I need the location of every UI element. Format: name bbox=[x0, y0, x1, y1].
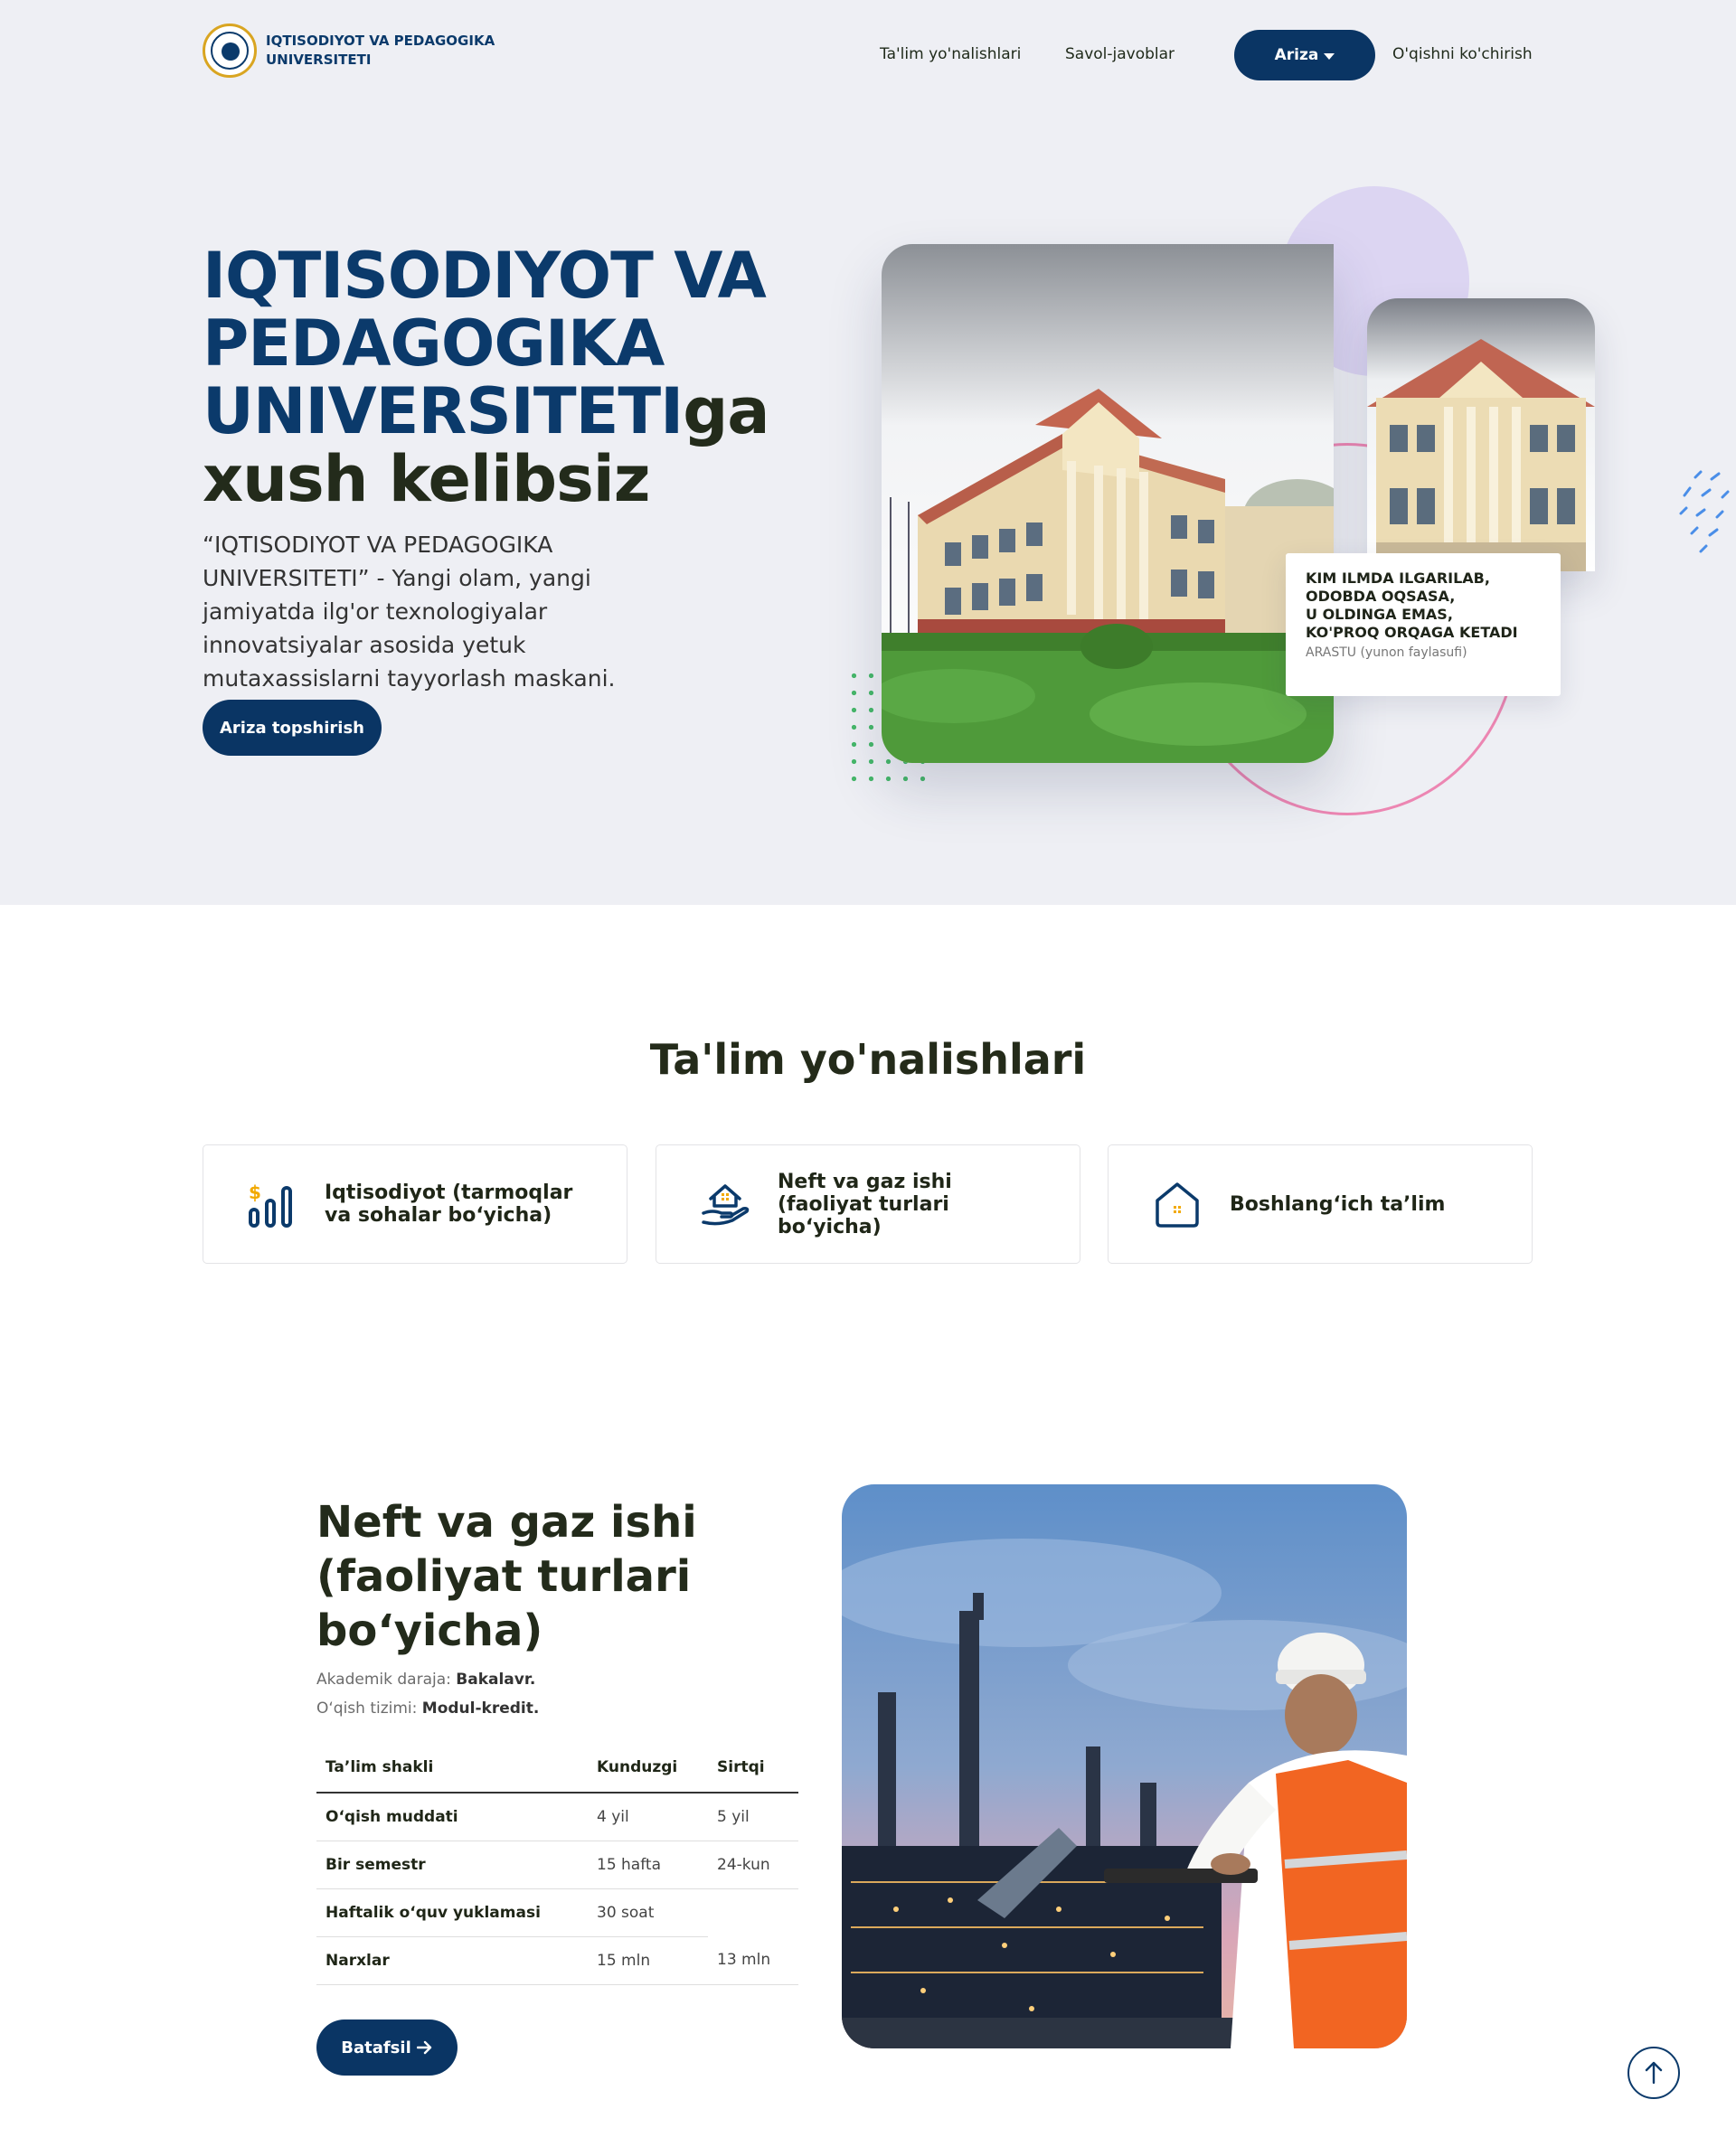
table-cell: O‘qish muddati bbox=[316, 1793, 588, 1841]
university-emblem-icon bbox=[203, 24, 257, 78]
table-header-row: Ta’lim shakli Kunduzgi Sirtqi bbox=[316, 1743, 798, 1794]
finance-chart-icon: $ bbox=[249, 1182, 292, 1228]
direction-label: Iqtisodiyot (tarmoqlar va sohalar bo‘yic… bbox=[325, 1182, 573, 1227]
ariza-label: Ariza bbox=[1274, 46, 1319, 64]
degree-label: Akademik daraja: bbox=[316, 1671, 451, 1689]
details-label: Batafsil bbox=[341, 2038, 411, 2057]
table-row: O‘qish muddati 4 yil 5 yil bbox=[316, 1793, 798, 1841]
hero-title: IQTISODIYOT VA PEDAGOGIKA UNIVERSITETIga… bbox=[203, 242, 781, 513]
table-cell: 30 soat bbox=[588, 1888, 708, 1937]
arrow-up-icon bbox=[1645, 2061, 1663, 2085]
program-system: O‘qish tizimi: Modul-kredit. bbox=[316, 1699, 539, 1718]
direction-card-iqtisodiyot[interactable]: $ Iqtisodiyot (tarmoqlar va sohalar bo‘y… bbox=[203, 1144, 627, 1264]
quote-card: KIM ILMDA ILGARILAB, ODOBDA OQSASA, U OL… bbox=[1286, 553, 1561, 696]
nav-item-savol[interactable]: Savol-javoblar bbox=[1065, 30, 1175, 79]
hero-title-welcome: xush kelibsiz bbox=[203, 442, 650, 516]
program-degree: Akademik daraja: Bakalavr. bbox=[316, 1671, 535, 1689]
table-row: Haftalik o‘quv yuklamasi 30 soat bbox=[316, 1888, 798, 1937]
hero-title-suffix: ga bbox=[683, 374, 769, 448]
table-cell: Haftalik o‘quv yuklamasi bbox=[316, 1888, 588, 1937]
table-row: Bir semestr 15 hafta 24-kun bbox=[316, 1841, 798, 1889]
table-header: Ta’lim shakli bbox=[316, 1743, 588, 1794]
degree-value: Bakalavr. bbox=[456, 1671, 536, 1689]
details-button[interactable]: Batafsil bbox=[316, 2019, 458, 2076]
table-cell: 13 mln bbox=[708, 1936, 798, 1985]
table-cell bbox=[708, 1888, 798, 1936]
quote-author: ARASTU (yunon faylasufi) bbox=[1306, 645, 1467, 660]
program-title: Neft va gaz ishi (faoliyat turlari bo‘yi… bbox=[316, 1497, 697, 1656]
ariza-dropdown-button[interactable]: Ariza bbox=[1234, 30, 1375, 80]
direction-card-neft-gaz[interactable]: Neft va gaz ishi (faoliyat turlari bo‘yi… bbox=[656, 1144, 1080, 1264]
direction-card-boshlangich[interactable]: Boshlang‘ich ta’lim bbox=[1108, 1144, 1533, 1264]
scroll-to-top-button[interactable] bbox=[1628, 2047, 1680, 2099]
table-cell: 15 hafta bbox=[588, 1841, 708, 1889]
table-cell: 24-kun bbox=[708, 1841, 798, 1889]
oil-gas-refinery-image bbox=[842, 1484, 1407, 2048]
direction-label: Neft va gaz ishi (faoliyat turlari bo‘yi… bbox=[778, 1170, 952, 1238]
university-building-image bbox=[882, 244, 1334, 763]
system-label: O‘qish tizimi: bbox=[316, 1699, 418, 1718]
table-cell: 5 yil bbox=[708, 1793, 798, 1841]
table-header: Sirtqi bbox=[708, 1743, 798, 1794]
nav-item-talim[interactable]: Ta'lim yo'nalishlari bbox=[880, 30, 1021, 79]
decorative-squiggle-icon bbox=[1679, 470, 1730, 553]
table-header: Kunduzgi bbox=[588, 1743, 708, 1794]
university-facade-image bbox=[1367, 298, 1595, 571]
hand-house-icon bbox=[702, 1184, 750, 1226]
logo-text: IQTISODIYOT VA PEDAGOGIKA UNIVERSITETI bbox=[266, 33, 495, 68]
svg-text:$: $ bbox=[249, 1182, 261, 1203]
system-value: Modul-kredit. bbox=[421, 1699, 540, 1718]
hero-section: IQTISODIYOT VA PEDAGOGIKA UNIVERSITETIga… bbox=[0, 107, 1736, 905]
directions-title: Ta'lim yo'nalishlari bbox=[649, 1035, 1087, 1084]
house-icon bbox=[1156, 1182, 1199, 1228]
table-cell: 4 yil bbox=[588, 1793, 708, 1841]
direction-label: Boshlang‘ich ta’lim bbox=[1230, 1192, 1446, 1216]
program-table: Ta’lim shakli Kunduzgi Sirtqi O‘qish mud… bbox=[316, 1743, 798, 1985]
table-cell: Narxlar bbox=[316, 1936, 588, 1985]
nav-link-savol-javoblar[interactable]: Savol-javoblar bbox=[1065, 45, 1175, 63]
caret-down-icon bbox=[1324, 52, 1335, 60]
hero-title-accent: IQTISODIYOT VA PEDAGOGIKA UNIVERSITETI bbox=[203, 239, 767, 448]
nav-item-oqishni[interactable]: O'qishni ko'chirish bbox=[1392, 30, 1533, 79]
hero-description: “IQTISODIYOT VA PEDAGOGIKA UNIVERSITETI”… bbox=[203, 532, 616, 692]
arrow-right-icon bbox=[416, 2040, 431, 2055]
table-cell: Bir semestr bbox=[316, 1841, 588, 1889]
apply-button[interactable]: Ariza topshirish bbox=[203, 700, 382, 756]
table-row: Narxlar 15 mln 13 mln bbox=[316, 1936, 798, 1985]
nav-link-talim-yonalishlari[interactable]: Ta'lim yo'nalishlari bbox=[880, 45, 1021, 63]
table-cell: 15 mln bbox=[588, 1936, 708, 1985]
nav-link-oqishni-kochirish[interactable]: O'qishni ko'chirish bbox=[1392, 45, 1533, 63]
university-logo[interactable]: IQTISODIYOT VA PEDAGOGIKA UNIVERSITETI bbox=[203, 24, 501, 78]
site-header: IQTISODIYOT VA PEDAGOGIKA UNIVERSITETI T… bbox=[0, 0, 1736, 107]
quote-text: KIM ILMDA ILGARILAB, ODOBDA OQSASA, U OL… bbox=[1306, 570, 1518, 641]
